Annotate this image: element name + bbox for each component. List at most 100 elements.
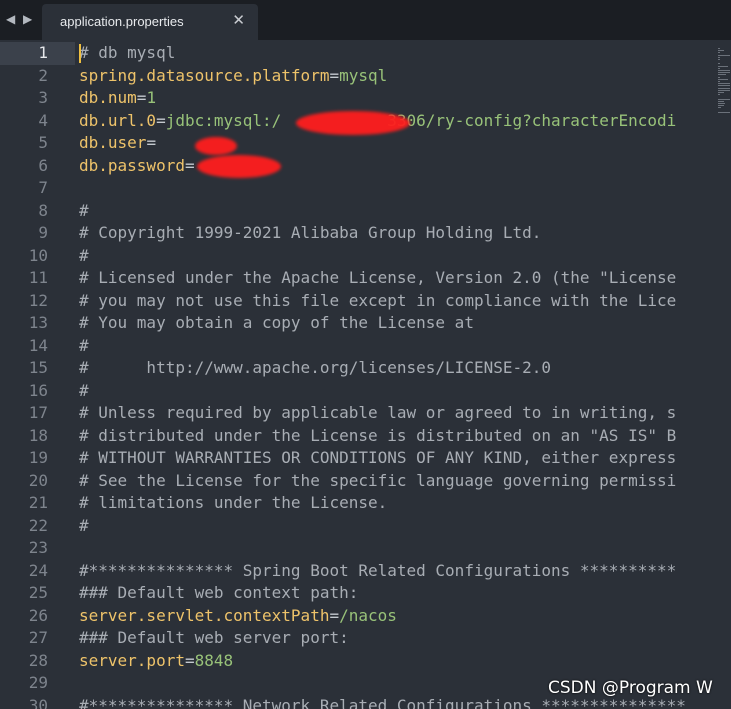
redaction-mark	[296, 111, 410, 135]
code-text: # Copyright 1999-2021 Alibaba Group Hold…	[79, 222, 541, 245]
minimap-line	[718, 76, 720, 78]
token-key: db.password	[79, 155, 185, 175]
token-comment: #	[79, 335, 89, 355]
line-number: 18	[28, 425, 48, 445]
minimap-line	[718, 107, 722, 109]
code-line[interactable]: 27 ### Default web server port:	[0, 627, 716, 650]
token-val: 1	[146, 88, 157, 107]
minimap-line	[718, 85, 730, 87]
token-val: mysql	[339, 65, 388, 85]
tab-application-properties[interactable]: application.properties ✕	[42, 4, 258, 40]
text-cursor	[79, 44, 81, 63]
line-number: 27	[28, 628, 48, 647]
token-comment: # distributed under the License is distr…	[79, 425, 677, 445]
code-text: # distributed under the License is distr…	[79, 425, 676, 448]
token-eq: =	[329, 605, 340, 625]
minimap-line	[718, 54, 730, 56]
line-number: 9	[38, 223, 48, 242]
minimap-line	[718, 65, 728, 67]
minimap-line	[718, 92, 725, 93]
code-line[interactable]: 18 # distributed under the License is dis…	[0, 425, 716, 448]
minimap-line	[718, 48, 720, 49]
line-number: 28	[28, 650, 48, 670]
code-text: # db mysql	[79, 42, 175, 65]
token-comment: #	[79, 200, 89, 220]
token-comment: # limitations under the License.	[79, 493, 388, 512]
code-line[interactable]: 9 # Copyright 1999-2021 Alibaba Group Hol…	[0, 222, 716, 245]
token-key: server.port	[79, 650, 185, 670]
code-line[interactable]: 8 #	[0, 200, 716, 223]
code-line[interactable]: 19 # WITHOUT WARRANTIES OR CONDITIONS OF …	[0, 447, 716, 470]
minimap-line	[718, 105, 724, 107]
close-icon[interactable]: ✕	[232, 11, 245, 29]
line-number: 3	[38, 88, 48, 107]
code-text: ### Default web server port:	[79, 627, 349, 650]
minimap-line	[718, 78, 728, 80]
token-comment: # Copyright 1999-2021 Alibaba Group Hold…	[79, 223, 542, 242]
code-line[interactable]: 6 db.password=	[0, 155, 716, 178]
redaction-mark	[197, 155, 281, 178]
minimap-line	[718, 52, 720, 54]
token-comment: #*************** Spring Boot Related Con…	[79, 560, 677, 580]
code-line[interactable]: 17 # Unless required by applicable law or…	[0, 402, 716, 425]
code-line[interactable]: 21 # limitations under the License.	[0, 492, 716, 515]
token-comment: # you may not use this file except in co…	[79, 290, 677, 310]
token-eq: =	[184, 155, 195, 175]
token-key: spring.datasource.platform	[79, 65, 330, 85]
code-editor[interactable]: 1 # db mysql 2 spring.datasource.platform=m…	[0, 42, 716, 709]
line-number: 7	[38, 178, 48, 197]
line-number: 20	[28, 470, 48, 490]
watermark: CSDN @Program W	[548, 678, 713, 698]
code-line[interactable]: 24 #*************** Spring Boot Related C…	[0, 560, 716, 583]
code-line[interactable]: 7	[0, 177, 716, 200]
line-number: 8	[38, 200, 48, 220]
minimap[interactable]	[716, 42, 731, 709]
code-line[interactable]: 22 #	[0, 515, 716, 538]
code-text: # you may not use this file except in co…	[79, 290, 676, 313]
line-number: 26	[28, 605, 48, 625]
token-key: db.num	[79, 88, 137, 107]
minimap-line	[718, 111, 730, 113]
code-line[interactable]: 28 server.port=8848	[0, 650, 716, 673]
code-line[interactable]: 11 # Licensed under the Apache License, V…	[0, 267, 716, 290]
code-text: #*************** Spring Boot Related Con…	[79, 560, 676, 583]
code-text: spring.datasource.platform=mysql	[79, 65, 387, 88]
code-line[interactable]: 3 db.num=1	[0, 87, 716, 110]
code-line[interactable]: 10 #	[0, 245, 716, 268]
triangle-right-icon[interactable]: ▶	[23, 12, 32, 26]
code-line[interactable]: 13 # You may obtain a copy of the License…	[0, 312, 716, 335]
code-line[interactable]: 14 #	[0, 335, 716, 358]
line-number: 15	[28, 358, 48, 377]
code-text: # http://www.apache.org/licenses/LICENSE…	[79, 357, 551, 380]
line-number: 16	[28, 380, 48, 400]
code-line[interactable]: 5 db.user=	[0, 132, 716, 155]
triangle-left-icon[interactable]: ◀	[6, 12, 15, 26]
minimap-line	[718, 100, 724, 102]
minimap-line	[718, 59, 721, 60]
code-text: db.user=	[79, 132, 156, 155]
code-text: # Licensed under the Apache License, Ver…	[79, 267, 676, 290]
line-number: 14	[28, 335, 48, 355]
line-number: 17	[28, 403, 48, 422]
code-line[interactable]: 23	[0, 537, 716, 560]
code-line[interactable]: 26 server.servlet.contextPath=/nacos	[0, 605, 716, 628]
code-line[interactable]: 12 # you may not use this file except in …	[0, 290, 716, 313]
token-key: db.url.0	[79, 110, 157, 130]
code-text: # WITHOUT WARRANTIES OR CONDITIONS OF AN…	[79, 447, 676, 470]
code-text: db.num=1	[79, 87, 156, 110]
code-line[interactable]: 2 spring.datasource.platform=mysql	[0, 65, 716, 88]
tab-title: application.properties	[60, 14, 184, 29]
code-line[interactable]: 25 ### Default web context path:	[0, 582, 716, 605]
token-key: server.servlet.contextPath	[79, 605, 330, 625]
minimap-line	[718, 83, 730, 85]
token-val: 8848	[194, 650, 234, 670]
code-line[interactable]: 1 # db mysql	[0, 42, 716, 65]
minimap-line	[718, 70, 730, 71]
code-line[interactable]: 16 #	[0, 380, 716, 403]
line-number: 4	[38, 110, 48, 130]
line-number: 24	[28, 560, 48, 580]
token-comment: # Licensed under the Apache License, Ver…	[79, 268, 677, 287]
code-line[interactable]: 20 # See the License for the specific lan…	[0, 470, 716, 493]
minimap-line	[718, 103, 725, 104]
code-line[interactable]: 15 # http://www.apache.org/licenses/LICEN…	[0, 357, 716, 380]
